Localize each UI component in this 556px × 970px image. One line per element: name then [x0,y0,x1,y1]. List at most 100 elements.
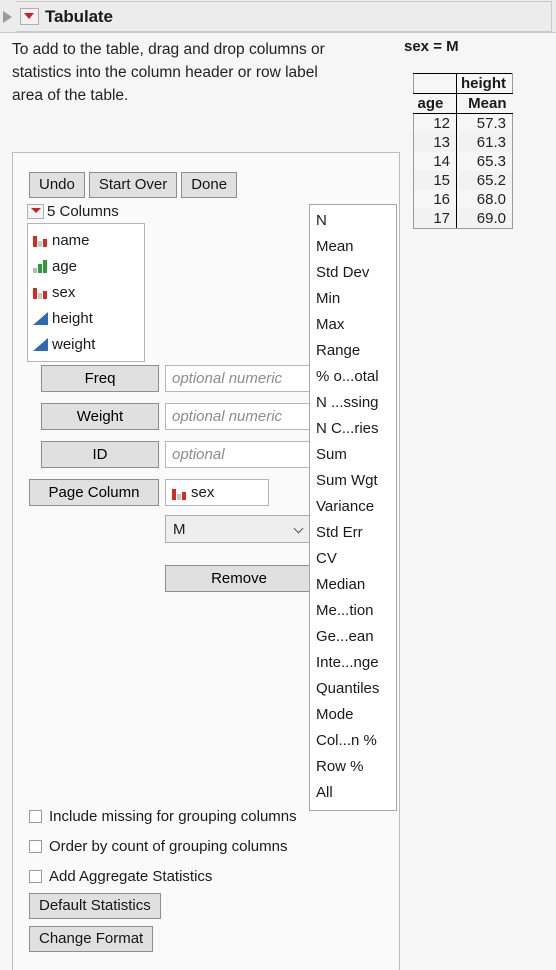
list-item[interactable]: sex [28,279,144,305]
statistic-item[interactable]: N [310,208,396,234]
id-button[interactable]: ID [41,441,159,468]
ordinal-bars-icon [33,259,48,273]
checkbox-label: Add Aggregate Statistics [49,868,213,885]
table-row: 15 65.2 [413,171,513,190]
statistic-item[interactable]: Sum [310,442,396,468]
column-name-label: sex [52,283,76,301]
checkbox-icon[interactable] [29,840,42,853]
table-row-header: age [413,93,457,114]
statistic-item[interactable]: Sum Wgt [310,468,396,494]
list-item[interactable]: weight [28,331,144,357]
cell-age: 15 [413,171,457,190]
statistic-item[interactable]: % o...otal [310,364,396,390]
statistic-item[interactable]: Std Dev [310,260,396,286]
statistic-item[interactable]: Variance [310,494,396,520]
cell-mean: 61.3 [456,133,513,152]
undo-button[interactable]: Undo [29,172,85,198]
statistic-item[interactable]: Inte...nge [310,650,396,676]
page-column-drop-zone[interactable]: sex [165,479,269,506]
table-row: 14 65.3 [413,152,513,171]
checkbox-add-aggregate-statistics[interactable]: Add Aggregate Statistics [29,868,212,885]
cell-age: 12 [413,113,457,133]
list-item[interactable]: height [28,305,144,331]
weight-button[interactable]: Weight [41,403,159,430]
checkbox-icon[interactable] [29,870,42,883]
checkbox-order-by-count[interactable]: Order by count of grouping columns [29,838,287,855]
default-statistics-button[interactable]: Default Statistics [29,893,161,919]
page-column-label: sex = M [404,38,459,55]
cell-age: 13 [413,133,457,152]
table-stat-header: Mean [456,93,513,114]
table-row: 13 61.3 [413,133,513,152]
nominal-bars-icon [172,486,187,500]
statistic-item[interactable]: Quantiles [310,676,396,702]
columns-disclosure-header[interactable]: 5 Columns [27,203,119,220]
id-drop-zone[interactable]: optional [165,441,313,468]
nominal-bars-icon [33,233,48,247]
column-name-label: age [52,257,78,275]
statistic-item[interactable]: All [310,780,396,806]
statistic-item[interactable]: Median [310,572,396,598]
red-triangle-menu-icon[interactable] [20,8,39,25]
continuous-ramp-icon [33,337,48,351]
page-column-button[interactable]: Page Column [29,479,159,506]
role-row-page-column: Page Column sex [29,479,269,506]
table-header-stat-row: age Mean [413,93,513,114]
result-table: height age Mean 12 57.3 13 61.3 14 65.3 … [413,73,513,229]
table-column-group-header: height [456,73,513,94]
cell-age: 17 [413,209,457,229]
statistic-item[interactable]: Mean [310,234,396,260]
page-level-value: M [173,520,186,538]
statistic-item[interactable]: Me...tion [310,598,396,624]
statistic-item[interactable]: Min [310,286,396,312]
page-column-value-label: sex [191,484,215,501]
statistic-item[interactable]: Row % [310,754,396,780]
column-list: name age sex height weight [27,223,145,362]
role-row-id: ID optional [41,441,313,468]
statistic-item[interactable]: Col...n % [310,728,396,754]
role-row-freq: Freq optional numeric [41,365,313,392]
done-button[interactable]: Done [181,172,238,198]
disclosure-triangle-icon[interactable] [3,11,12,23]
column-name-label: height [52,309,93,327]
panel-titlebar: Tabulate [0,0,556,33]
checkbox-include-missing[interactable]: Include missing for grouping columns [29,808,297,825]
action-button-row: Undo Start Over Done [29,172,238,198]
columns-count-label: 5 Columns [47,203,119,220]
start-over-button[interactable]: Start Over [88,172,178,198]
list-item[interactable]: name [28,227,144,253]
table-body: 12 57.3 13 61.3 14 65.3 15 65.2 16 68.0 … [413,113,513,229]
column-chip: sex [172,484,214,501]
statistic-item[interactable]: Max [310,312,396,338]
statistic-item[interactable]: Range [310,338,396,364]
remove-button[interactable]: Remove [165,565,313,592]
statistic-item[interactable]: CV [310,546,396,572]
freq-button[interactable]: Freq [41,365,159,392]
column-name-label: weight [52,335,96,353]
statistic-item[interactable]: Ge...ean [310,624,396,650]
tabulate-control-panel: Undo Start Over Done 5 Columns name age … [12,152,400,970]
cell-mean: 65.2 [456,171,513,190]
role-row-weight: Weight optional numeric [41,403,313,430]
checkbox-icon[interactable] [29,810,42,823]
statistic-item[interactable]: Std Err [310,520,396,546]
statistic-item[interactable]: N ...ssing [310,390,396,416]
table-row: 16 68.0 [413,190,513,209]
result-area: sex = M height age Mean 12 57.3 13 61.3 … [404,38,556,229]
freq-drop-zone[interactable]: optional numeric [165,365,313,392]
page-level-select[interactable]: M [165,515,313,543]
change-format-button[interactable]: Change Format [29,926,154,952]
statistic-item[interactable]: N C...ries [310,416,396,442]
cell-mean: 65.3 [456,152,513,171]
nominal-bars-icon [33,285,48,299]
cell-mean: 69.0 [456,209,513,229]
titlebar-inner: Tabulate [16,1,552,32]
list-item[interactable]: age [28,253,144,279]
table-row: 17 69.0 [413,209,513,229]
column-name-label: name [52,231,90,249]
statistic-item[interactable]: Mode [310,702,396,728]
chevron-down-icon [295,525,303,533]
weight-drop-zone[interactable]: optional numeric [165,403,313,430]
columns-red-triangle-icon[interactable] [27,204,44,219]
table-header-group-row: height [413,73,513,94]
